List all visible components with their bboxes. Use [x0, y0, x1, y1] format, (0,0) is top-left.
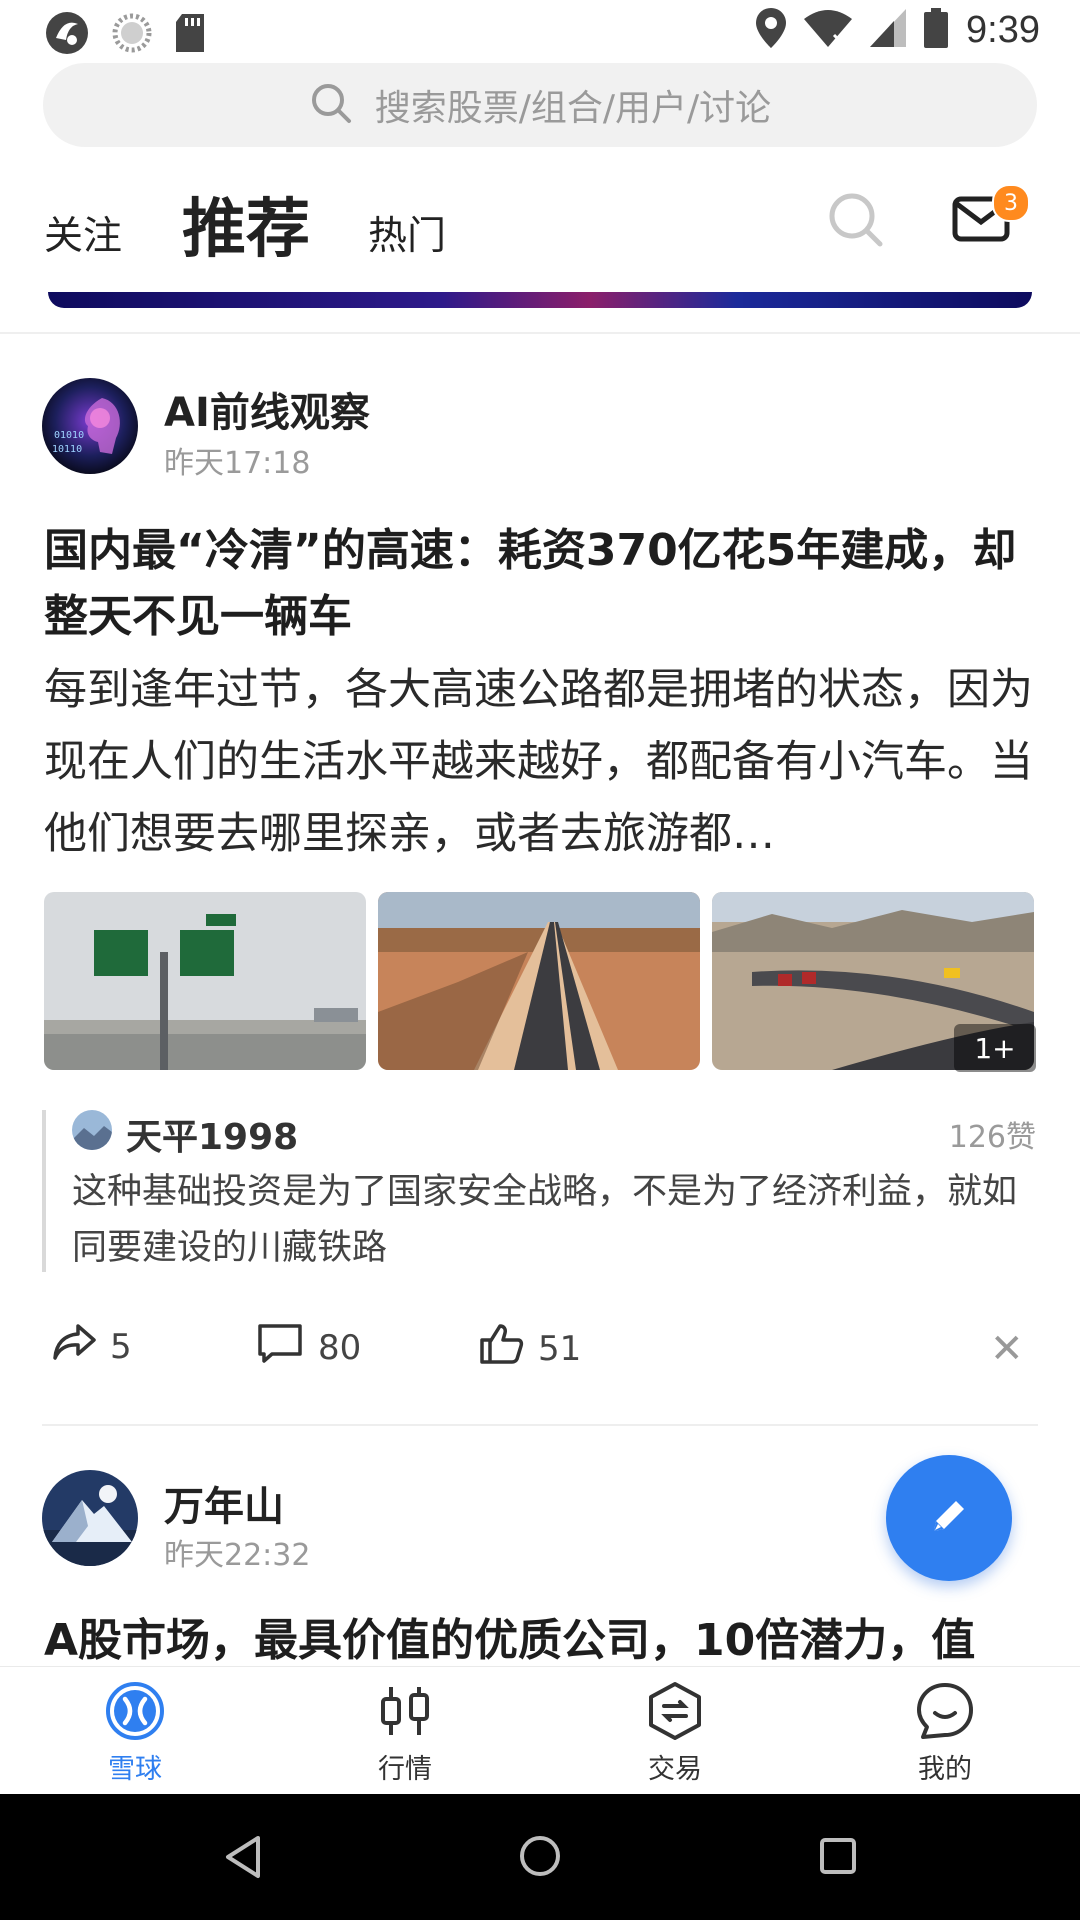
comment-quote-bar	[42, 1110, 46, 1272]
nav-mine[interactable]: 我的	[875, 1667, 1015, 1786]
search-bar[interactable]: 搜索股票/组合/用户/讨论	[43, 63, 1037, 147]
battery-icon	[924, 8, 949, 52]
like-button[interactable]: 51	[478, 1322, 581, 1375]
pencil-icon	[926, 1493, 972, 1543]
close-icon[interactable]: ✕	[990, 1326, 1024, 1372]
sync-icon	[112, 13, 152, 57]
post-time: 昨天22:32	[164, 1538, 311, 1573]
tab-recommended[interactable]: 推荐	[182, 178, 310, 270]
post-time: 昨天17:18	[164, 446, 311, 481]
trade-icon	[647, 1681, 703, 1745]
status-bar: 9:39	[0, 0, 1080, 62]
like-count: 51	[538, 1328, 582, 1369]
banner-strip[interactable]	[48, 292, 1032, 308]
comment-icon	[256, 1322, 304, 1373]
nav-xueqiu[interactable]: 雪球	[65, 1667, 205, 1786]
header-search-button[interactable]	[826, 190, 886, 254]
tab-hot[interactable]: 热门	[368, 205, 446, 261]
candlestick-icon	[375, 1683, 435, 1743]
profile-chat-icon	[915, 1681, 975, 1745]
post-body[interactable]: 每到逢年过节，各大高速公路都是拥堵的状态，因为现在人们的生活水平越来越好，都配备…	[44, 654, 1044, 870]
thumbs-up-icon	[478, 1322, 524, 1375]
post-title[interactable]: A股市场，最具价值的优质公司，10倍潜力，值	[44, 1608, 1044, 1666]
post-author[interactable]: AI前线观察	[164, 380, 370, 438]
share-icon	[52, 1322, 96, 1371]
cell-signal-icon	[870, 9, 907, 51]
clock: 9:39	[966, 8, 1040, 51]
compose-button[interactable]	[886, 1455, 1012, 1581]
post-title[interactable]: 国内最“冷清”的高速：耗资370亿花5年建成，却整天不见一辆车	[44, 518, 1044, 650]
back-icon[interactable]	[222, 1834, 262, 1884]
comment-author[interactable]: 天平1998	[126, 1108, 298, 1160]
recents-icon[interactable]	[818, 1836, 858, 1880]
comment-text[interactable]: 这种基础投资是为了国家安全战略，不是为了经济利益，就如同要建设的川藏铁路	[72, 1164, 1042, 1276]
mail-badge: 3	[992, 184, 1030, 222]
nav-market[interactable]: 行情	[335, 1667, 475, 1786]
wifi-icon	[804, 9, 853, 51]
post-image[interactable]	[44, 892, 366, 1070]
app-notification-icon	[44, 10, 90, 60]
nav-label: 雪球	[108, 1754, 162, 1785]
post-image[interactable]	[378, 892, 700, 1070]
search-icon	[309, 81, 353, 129]
share-count: 5	[110, 1326, 132, 1367]
svg-text:01010: 01010	[54, 430, 84, 441]
avatar[interactable]	[42, 1470, 138, 1566]
post-author[interactable]: 万年山	[164, 1474, 284, 1532]
divider	[42, 1424, 1038, 1426]
search-input: 搜索股票/组合/用户/讨论	[374, 88, 772, 129]
avatar[interactable]: 01010 10110	[42, 378, 138, 474]
sd-card-icon	[174, 14, 206, 56]
nav-label: 行情	[378, 1754, 432, 1785]
divider	[0, 332, 1080, 334]
tab-follow[interactable]: 关注	[44, 205, 122, 261]
nav-label: 交易	[648, 1754, 702, 1785]
share-button[interactable]: 5	[52, 1322, 132, 1371]
comment-avatar[interactable]	[72, 1110, 112, 1150]
location-icon	[756, 8, 787, 52]
comment-count: 80	[318, 1327, 362, 1368]
system-nav-bar	[0, 1794, 1080, 1920]
comment-button[interactable]: 80	[256, 1322, 361, 1373]
comment-likes: 126赞	[948, 1120, 1036, 1155]
bottom-nav: 雪球 行情 交易 我的	[0, 1666, 1080, 1795]
more-images-badge[interactable]: 1+	[954, 1024, 1036, 1072]
svg-text:10110: 10110	[52, 444, 82, 455]
xueqiu-logo-icon	[105, 1681, 165, 1745]
nav-label: 我的	[918, 1754, 972, 1785]
nav-trade[interactable]: 交易	[605, 1667, 745, 1786]
home-icon[interactable]	[518, 1834, 562, 1882]
